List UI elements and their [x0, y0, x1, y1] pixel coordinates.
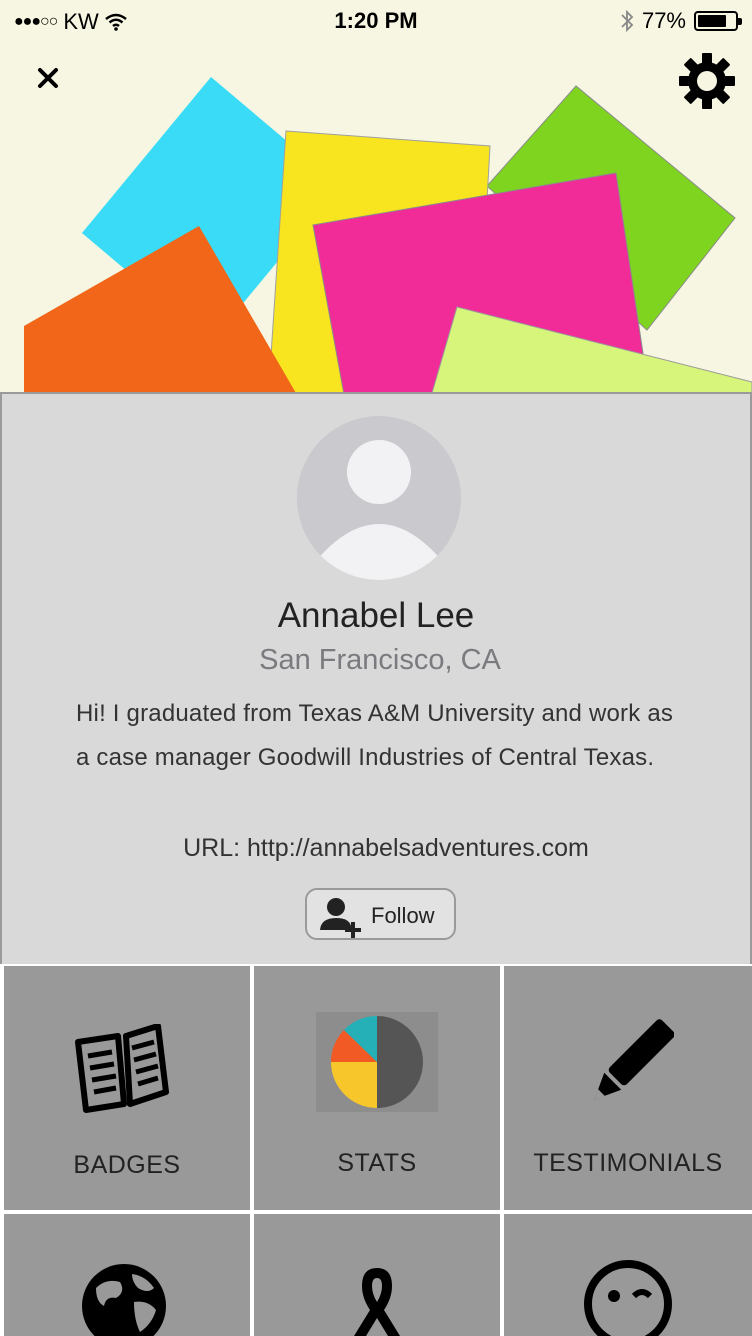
- tile-ribbon[interactable]: [254, 1214, 500, 1336]
- profile-bio: Hi! I graduated from Texas A&M Universit…: [76, 700, 674, 771]
- battery-icon: [694, 11, 742, 31]
- close-button[interactable]: [30, 60, 66, 96]
- pie-chart-icon: [316, 1012, 438, 1112]
- pencil-icon: [594, 1019, 674, 1100]
- wink-face-icon: [584, 1260, 672, 1336]
- status-right: 77%: [620, 8, 742, 34]
- avatar[interactable]: [297, 416, 461, 580]
- tile-label: STATS: [337, 1149, 417, 1177]
- tile-label: BADGES: [73, 1151, 181, 1179]
- tile-globe[interactable]: [4, 1214, 250, 1336]
- tile-testimonials[interactable]: TESTIMONIALS: [504, 966, 752, 1210]
- battery-percent: 77%: [641, 8, 686, 33]
- sticky-notes-illustration: [24, 77, 752, 392]
- profile-url[interactable]: URL: http://annabelsadventures.com: [2, 834, 752, 863]
- battery-fill: [698, 15, 726, 27]
- default-avatar-icon: [315, 440, 443, 580]
- tile-badges[interactable]: BADGES: [4, 966, 250, 1210]
- tile-label: TESTIMONIALS: [533, 1149, 723, 1177]
- follow-label: Follow: [371, 903, 435, 928]
- bluetooth-icon: [621, 9, 634, 33]
- follow-button[interactable]: Follow: [305, 888, 456, 940]
- tile-wink[interactable]: [504, 1214, 752, 1336]
- header-banner: [0, 0, 752, 394]
- add-user-icon: [320, 898, 361, 938]
- globe-icon: [82, 1264, 166, 1336]
- battery-tip: [738, 18, 742, 25]
- profile-location: San Francisco, CA: [259, 644, 501, 676]
- profile-panel: Annabel Lee San Francisco, CA Hi! I grad…: [0, 394, 752, 964]
- gear-icon: [679, 53, 735, 109]
- profile-name: Annabel Lee: [277, 596, 475, 635]
- status-bar: ●●●○○ KW 1:20 PM 77%: [0, 0, 752, 42]
- tile-stats[interactable]: STATS: [254, 966, 500, 1210]
- ribbon-icon: [354, 1268, 400, 1336]
- settings-button[interactable]: [676, 50, 738, 112]
- close-icon: [38, 68, 58, 88]
- book-icon: [75, 1024, 169, 1113]
